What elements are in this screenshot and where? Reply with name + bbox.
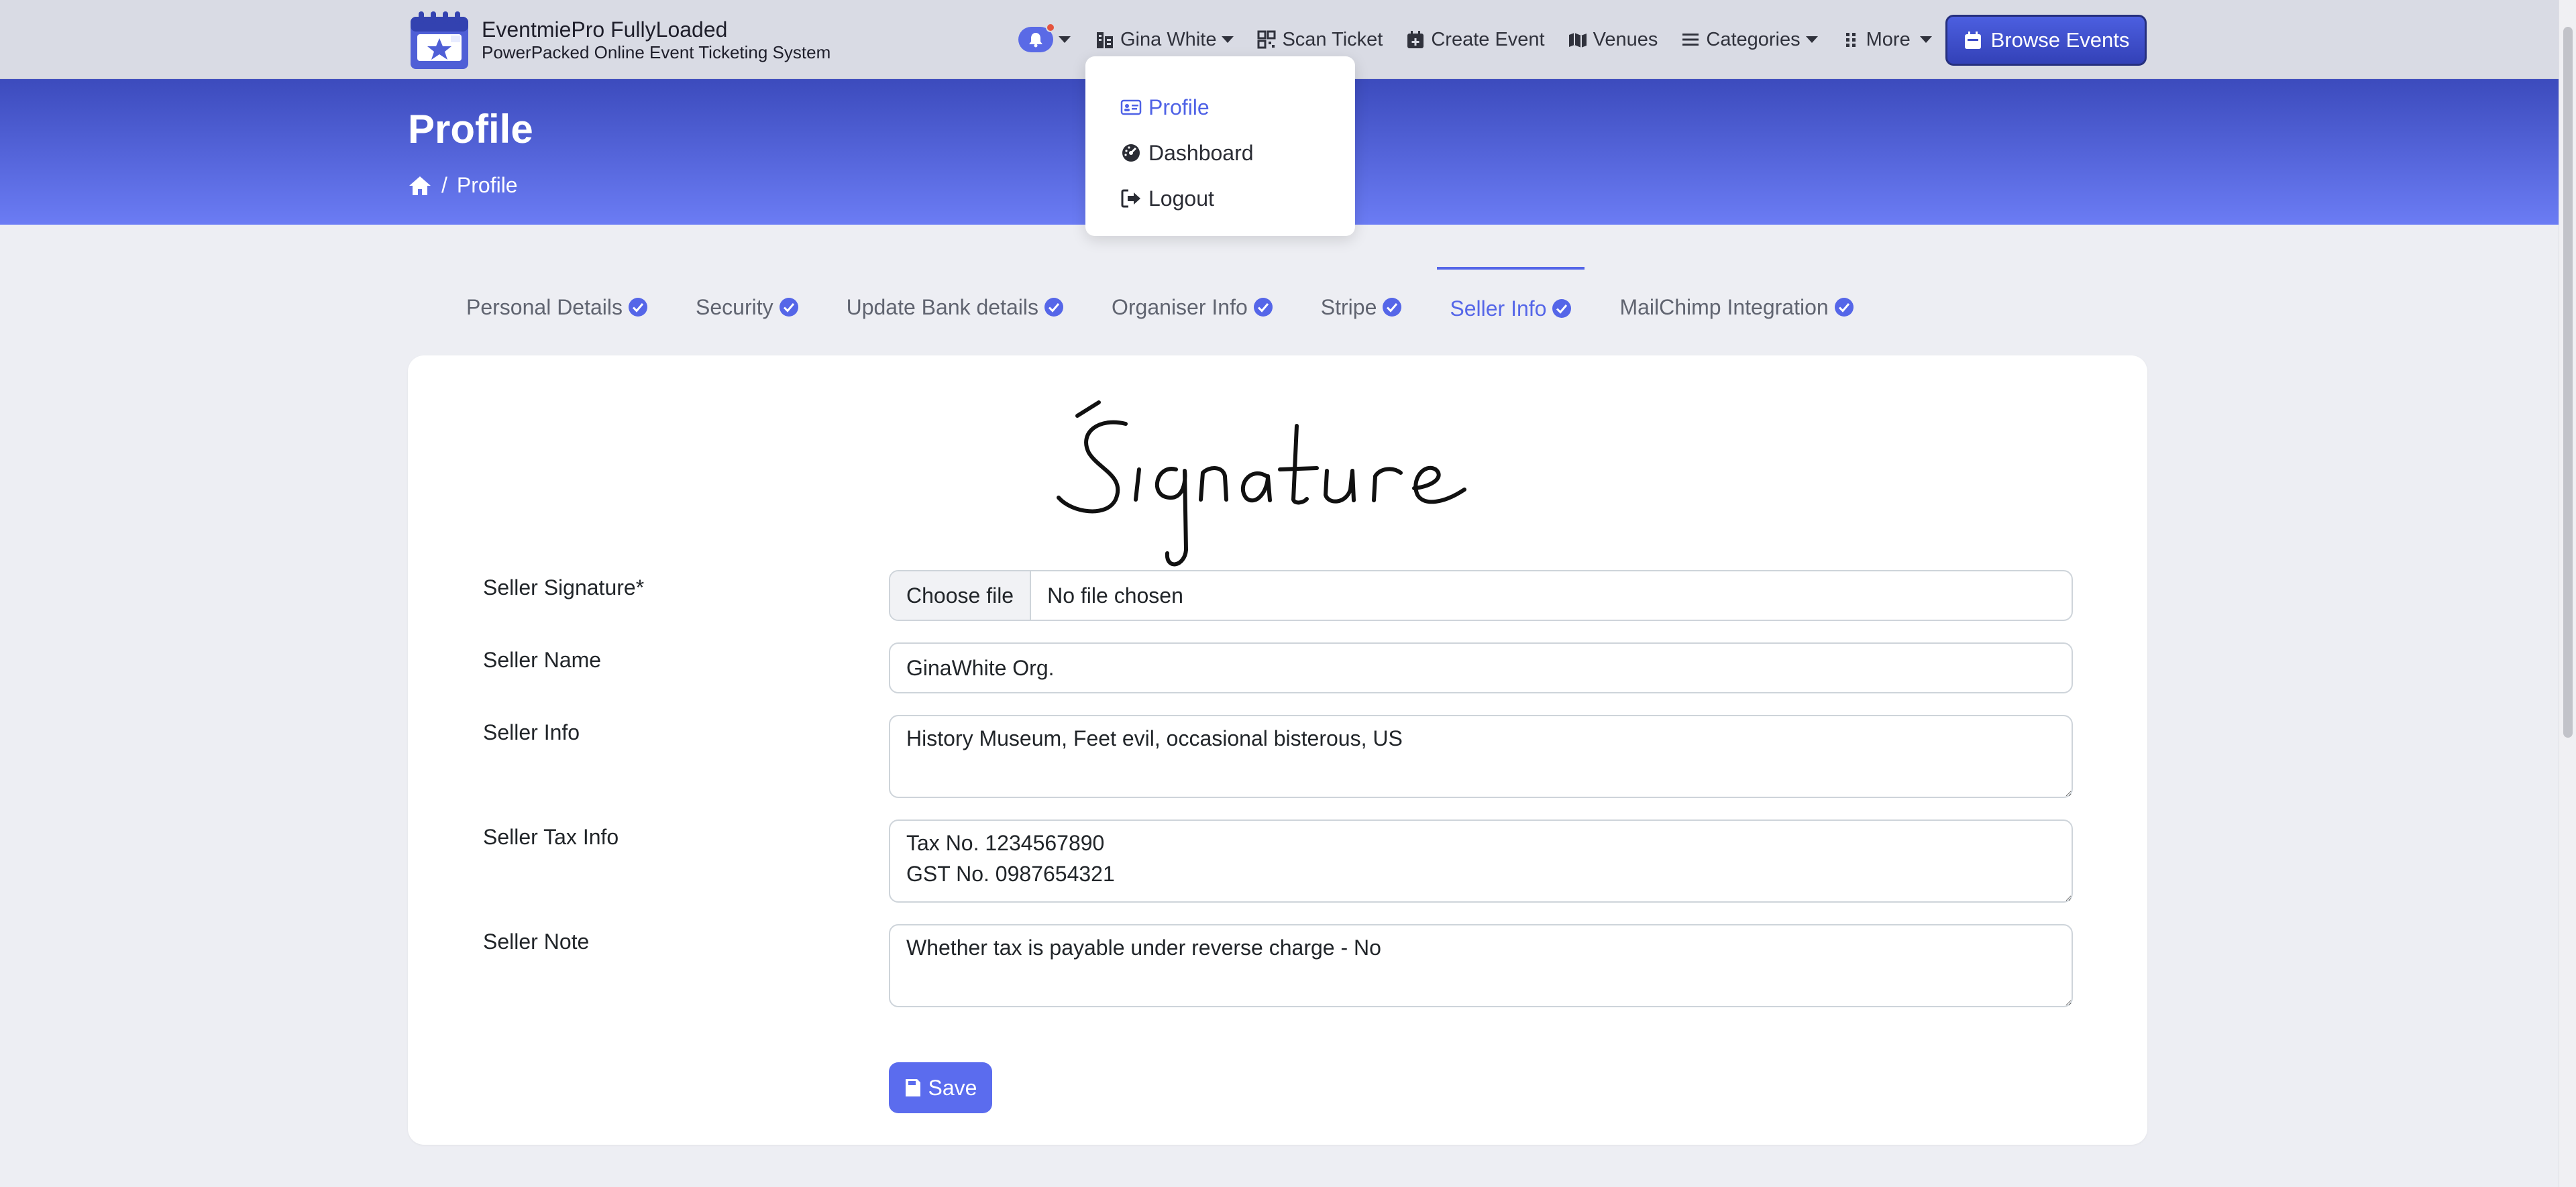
seller-note-row: Seller Note Whether tax is payable under…	[483, 924, 2080, 1009]
nav-categories[interactable]: Categories	[1680, 28, 1818, 51]
seller-info-label: Seller Info	[483, 720, 580, 744]
seller-note-textarea[interactable]: Whether tax is payable under reverse cha…	[889, 924, 2073, 1007]
menu-item-profile-label: Profile	[1148, 95, 1210, 119]
dashboard-icon	[1122, 144, 1140, 162]
nav-create-event[interactable]: Create Event	[1405, 28, 1545, 51]
caret-down-icon	[1805, 36, 1818, 43]
check-circle-icon	[1044, 298, 1063, 317]
tab-label: Seller Info	[1450, 296, 1547, 321]
save-button[interactable]: Save	[889, 1062, 992, 1113]
nav-create-event-label: Create Event	[1431, 28, 1545, 50]
nav-more-label: More	[1866, 28, 1911, 50]
menu-item-logout[interactable]: Logout	[1085, 176, 1355, 221]
nav-scan-ticket[interactable]: Scan Ticket	[1256, 29, 1383, 51]
nav-scan-ticket-label: Scan Ticket	[1282, 28, 1383, 50]
calendar-plus-icon	[1407, 31, 1424, 48]
nav-more[interactable]: More	[1841, 29, 1932, 51]
seller-name-label: Seller Name	[483, 648, 602, 672]
seller-tax-info-label: Seller Tax Info	[483, 825, 619, 849]
check-circle-icon	[1383, 298, 1402, 317]
seller-tax-info-textarea[interactable]: Tax No. 1234567890 GST No. 0987654321	[889, 819, 2073, 903]
tab-stripe[interactable]: Stripe	[1308, 267, 1415, 347]
profile-tabs: Personal Details Security Update Bank de…	[408, 267, 1889, 347]
tab-seller-info[interactable]: Seller Info	[1437, 267, 1585, 347]
building-icon	[1097, 32, 1113, 48]
notifications-button[interactable]	[1018, 23, 1071, 52]
logout-icon	[1121, 189, 1140, 208]
seller-name-input[interactable]	[889, 642, 2073, 693]
bell-icon	[1029, 33, 1042, 48]
breadcrumb-current: Profile	[456, 173, 518, 197]
seller-signature-file-input[interactable]: Choose file No file chosen	[889, 570, 2073, 621]
id-card-icon	[1120, 99, 1142, 115]
browse-events-label: Browse Events	[1990, 28, 2130, 52]
tab-organiser-info[interactable]: Organiser Info	[1099, 267, 1286, 347]
tab-label: Security	[696, 294, 773, 319]
check-circle-icon	[1552, 299, 1572, 318]
user-dropdown-menu: Profile Dashboard Logout	[1085, 56, 1355, 236]
notification-dot	[1046, 23, 1055, 32]
tab-label: MailChimp Integration	[1619, 294, 1829, 319]
brand[interactable]: EventmiePro FullyLoaded PowerPacked Onli…	[408, 8, 830, 72]
seller-name-row: Seller Name	[483, 642, 2080, 696]
tab-security[interactable]: Security	[683, 267, 812, 347]
caret-down-icon	[1919, 36, 1932, 43]
tab-mailchimp-integration[interactable]: MailChimp Integration	[1607, 267, 1866, 347]
brand-subtitle: PowerPacked Online Event Ticketing Syste…	[482, 42, 831, 62]
calendar-logo-icon	[411, 11, 468, 69]
menu-item-dashboard-label: Dashboard	[1148, 140, 1254, 165]
check-circle-icon	[1253, 298, 1273, 317]
calendar-icon	[1964, 32, 1981, 49]
grid-dots-icon	[1845, 33, 1856, 47]
menu-item-profile[interactable]: Profile	[1085, 84, 1355, 130]
seller-info-card: Seller Signature* Choose file No file ch…	[408, 355, 2147, 1145]
page-scrollbar[interactable]	[2559, 0, 2576, 1187]
file-status-text: No file chosen	[1047, 583, 1183, 608]
breadcrumb-separator: /	[441, 173, 447, 197]
caret-down-icon	[1059, 36, 1071, 43]
tab-label: Stripe	[1320, 294, 1377, 319]
seller-note-label: Seller Note	[483, 929, 590, 954]
qr-code-icon	[1257, 30, 1276, 49]
tab-update-bank-details[interactable]: Update Bank details	[834, 267, 1077, 347]
floppy-disk-icon	[905, 1079, 920, 1096]
signature-preview-image	[1057, 400, 1466, 567]
seller-tax-info-row: Seller Tax Info Tax No. 1234567890 GST N…	[483, 819, 2080, 904]
home-icon[interactable]	[408, 175, 432, 196]
check-circle-icon	[629, 298, 647, 317]
scrollbar-thumb[interactable]	[2563, 27, 2573, 738]
menu-item-logout-label: Logout	[1148, 186, 1214, 211]
menu-item-dashboard[interactable]: Dashboard	[1085, 130, 1355, 176]
seller-info-textarea[interactable]: History Museum, Feet evil, occasional bi…	[889, 715, 2073, 798]
check-circle-icon	[1834, 298, 1854, 317]
hamburger-icon	[1682, 34, 1699, 46]
tab-label: Organiser Info	[1112, 294, 1248, 319]
browse-events-button[interactable]: Browse Events	[1945, 15, 2147, 66]
tab-label: Update Bank details	[846, 294, 1038, 319]
user-menu-toggle[interactable]: Gina White	[1095, 29, 1234, 51]
nav-categories-label: Categories	[1706, 28, 1801, 50]
map-icon	[1568, 33, 1587, 48]
user-name: Gina White	[1120, 28, 1217, 50]
tab-personal-details[interactable]: Personal Details	[453, 267, 661, 347]
nav-venues[interactable]: Venues	[1568, 29, 1658, 51]
page-title: Profile	[408, 107, 533, 152]
seller-info-row: Seller Info History Museum, Feet evil, o…	[483, 715, 2080, 799]
caret-down-icon	[1222, 36, 1234, 43]
brand-title: EventmiePro FullyLoaded	[482, 17, 728, 42]
tab-label: Personal Details	[466, 294, 623, 319]
seller-signature-row: Seller Signature* Choose file No file ch…	[483, 570, 2080, 624]
nav-venues-label: Venues	[1593, 28, 1658, 50]
breadcrumb: / Profile	[408, 173, 518, 198]
save-button-label: Save	[928, 1075, 977, 1100]
check-circle-icon	[779, 298, 798, 317]
choose-file-button[interactable]: Choose file	[890, 571, 1032, 620]
seller-signature-label: Seller Signature*	[483, 575, 645, 600]
